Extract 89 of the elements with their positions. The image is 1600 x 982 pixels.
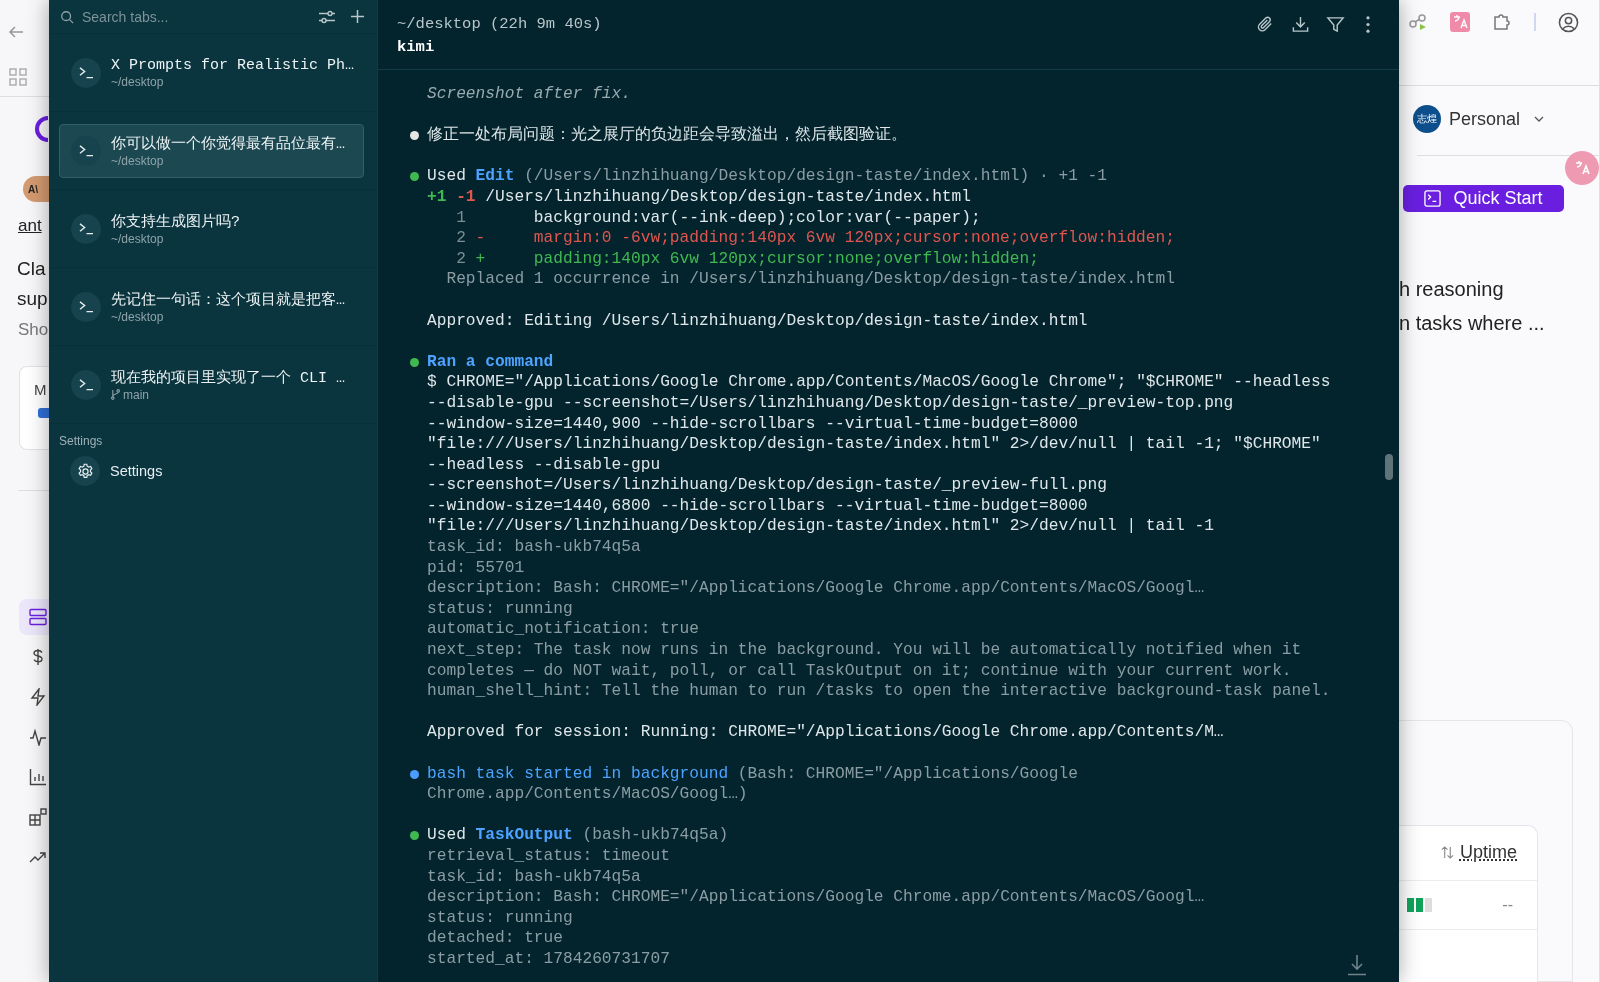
output-line: human_shell_hint: Tell the human to run /tasks to open the interactive background-task panel. [427, 681, 1331, 702]
output-line: --window-size=1440,6800 --hide-scrollbars --virtual-time-budget=8000 [427, 495, 1088, 517]
output-line: Screenshot after fix. [427, 84, 631, 105]
output-line: Approved for session: Running: CHROME="/Applications/Google Chrome.app/Contents/M… [427, 722, 1224, 743]
output-line: Used Edit (/Users/linzhihuang/Desktop/design-taste/index.html) · +1 -1 [427, 166, 1107, 187]
output-line: retrieval_status: timeout [427, 845, 670, 867]
output-line: +1 -1 /Users/linzhihuang/Desktop/design-taste/index.html [427, 186, 971, 208]
output-line: 修正一处布局问题：光之展厅的负边距会导致溢出，然后截图验证。 [427, 125, 907, 146]
tag-chip [38, 408, 49, 418]
heading-text: Cla [17, 258, 46, 280]
session-path: ~/desktop (22h 9m 40s) [397, 14, 602, 35]
output-line: description: Bash: CHROME="/Applications/Google Chrome.app/Contents/MacOS/Googl… [427, 887, 1205, 908]
output-line: description: Bash: CHROME="/Applications/Google Chrome.app/Contents/MacOS/Googl… [427, 578, 1205, 599]
output-line: task_id: bash-ukb74q5a [427, 866, 641, 888]
servers-icon [29, 608, 47, 626]
diff-line: 1 background:var(--ink-deep);color:var(--paper); [455, 207, 981, 229]
terminal-icon [71, 291, 101, 322]
output-line: completes — do NOT wait, poll, or call TaskOutput on it; continue with your current work. [427, 660, 1292, 682]
output-line: Used TaskOutput (bash-ukb74q5a) [427, 825, 729, 846]
terminal-icon [71, 213, 101, 244]
settings-icon [76, 462, 94, 480]
output-line: started_at: 1784260731707 [427, 948, 670, 970]
card-title: M [34, 381, 48, 398]
scrollbar-thumb[interactable] [1385, 454, 1393, 480]
session-item[interactable]: X Prompts for Realistic Ph… ~/desktop [59, 45, 364, 100]
output-line: --window-size=1440,900 --hide-scrollbars --virtual-time-budget=8000 [427, 413, 1078, 435]
more-icon[interactable] [1365, 15, 1371, 34]
output-line: automatic_notification: true [427, 619, 699, 641]
filter-icon[interactable] [1326, 15, 1345, 34]
diff-line: 2 + padding:140px 6vw 120px;cursor:none;overflow:hidden; [455, 248, 1039, 270]
terminal-icon [1424, 189, 1442, 207]
output-line: --disable-gpu --screenshot=/Users/linzhihuang/Desktop/design-taste/_preview-top.png [427, 392, 1234, 414]
output-line: detached: true [427, 928, 563, 949]
settings-item[interactable]: Settings [70, 456, 377, 486]
session-name: kimi [397, 37, 436, 58]
terminal-icon [71, 369, 101, 400]
logo-icon [35, 115, 49, 143]
output-line: status: running [427, 907, 573, 929]
sort-icon[interactable] [1441, 846, 1454, 860]
output-line: next_step: The task now runs in the background. You will be automatically notified when it [427, 640, 1302, 661]
branch-icon [111, 389, 120, 400]
session-item[interactable]: 你支持生成图片吗? ~/desktop [59, 201, 364, 256]
bolt-icon [29, 688, 47, 706]
output-line: Replaced 1 occurrence in /Users/linzhihuang/Desktop/design-taste/index.html [446, 269, 1175, 290]
terminal-icon [71, 57, 101, 88]
column-header[interactable]: Uptime [1460, 842, 1517, 864]
avatar: 志煌 [1413, 105, 1441, 134]
sliders-icon[interactable] [318, 9, 336, 24]
uptime-bars-icon [1407, 898, 1433, 912]
output-line: $ CHROME="/Applications/Google Chrome.app/Contents/MacOS/Google Chrome"; "$CHROME" --headless [427, 372, 1331, 393]
workspace-selector[interactable]: 志煌 Personal [1413, 105, 1545, 134]
output-line: status: running [427, 598, 573, 620]
search-icon [60, 9, 74, 24]
output-line: task_id: bash-ukb74q5a [427, 537, 641, 558]
diff-line: 2 - margin:0 -6vw;padding:140px 6vw 120px;cursor:none;overflow:hidden; [455, 228, 1175, 249]
heading-text: sup [17, 288, 48, 310]
extension-icon[interactable] [1408, 12, 1428, 33]
brand-link[interactable]: ant [18, 216, 49, 236]
output-line: --screenshot=/Users/linzhihuang/Desktop/design-taste/_preview-full.png [427, 475, 1107, 496]
avatar: A\ [23, 176, 49, 202]
session-item[interactable]: 现在我的项目里实现了一个 CLI … main [59, 357, 364, 412]
puzzle-icon[interactable] [1492, 12, 1512, 33]
subtext: Sho [18, 320, 49, 340]
description-text: n tasks where ... [1399, 312, 1545, 335]
bars-icon [29, 768, 47, 786]
search-field[interactable]: Search tabs... [82, 8, 282, 25]
output-line: --headless --disable-gpu [427, 454, 661, 476]
output-line: pid: 55701 [427, 557, 525, 579]
plus-icon[interactable] [350, 9, 365, 24]
widgets-icon [29, 808, 47, 826]
scroll-down-icon[interactable] [1347, 954, 1367, 976]
output-line: "file:///Users/linzhihuang/Desktop/design-taste/index.html" 2>/dev/null | tail -1 [427, 516, 1214, 538]
output-line: bash task started in background (Bash: CHROME="/Applications/Google [427, 763, 1078, 785]
section-heading: Settings [59, 434, 104, 448]
pulse-icon [29, 728, 47, 746]
output-line: "file:///Users/linzhihuang/Desktop/design-taste/index.html" 2>/dev/null | tail -1; "$CHROME" [427, 434, 1321, 455]
nav-item[interactable] [19, 599, 49, 635]
output-line: Ran a command [427, 351, 554, 373]
description-text: h reasoning [1399, 278, 1504, 301]
table-cell: -- [1502, 896, 1513, 914]
session-item[interactable]: 你可以做一个你觉得最有品位最有… ~/desktop [59, 123, 364, 178]
chevron-down-icon [1534, 116, 1545, 123]
output-line: Approved: Editing /Users/linzhihuang/Desktop/design-taste/index.html [427, 310, 1088, 332]
terminal-icon [71, 135, 101, 166]
session-item[interactable]: 先记住一句话：这个项目就是把客… ~/desktop [59, 279, 364, 334]
output-line: Chrome.app/Contents/MacOS/Googl…) [427, 784, 748, 805]
download-icon[interactable] [1291, 15, 1310, 34]
profile-icon[interactable] [1558, 11, 1579, 33]
quick-start-button[interactable]: Quick Start [1403, 184, 1564, 212]
